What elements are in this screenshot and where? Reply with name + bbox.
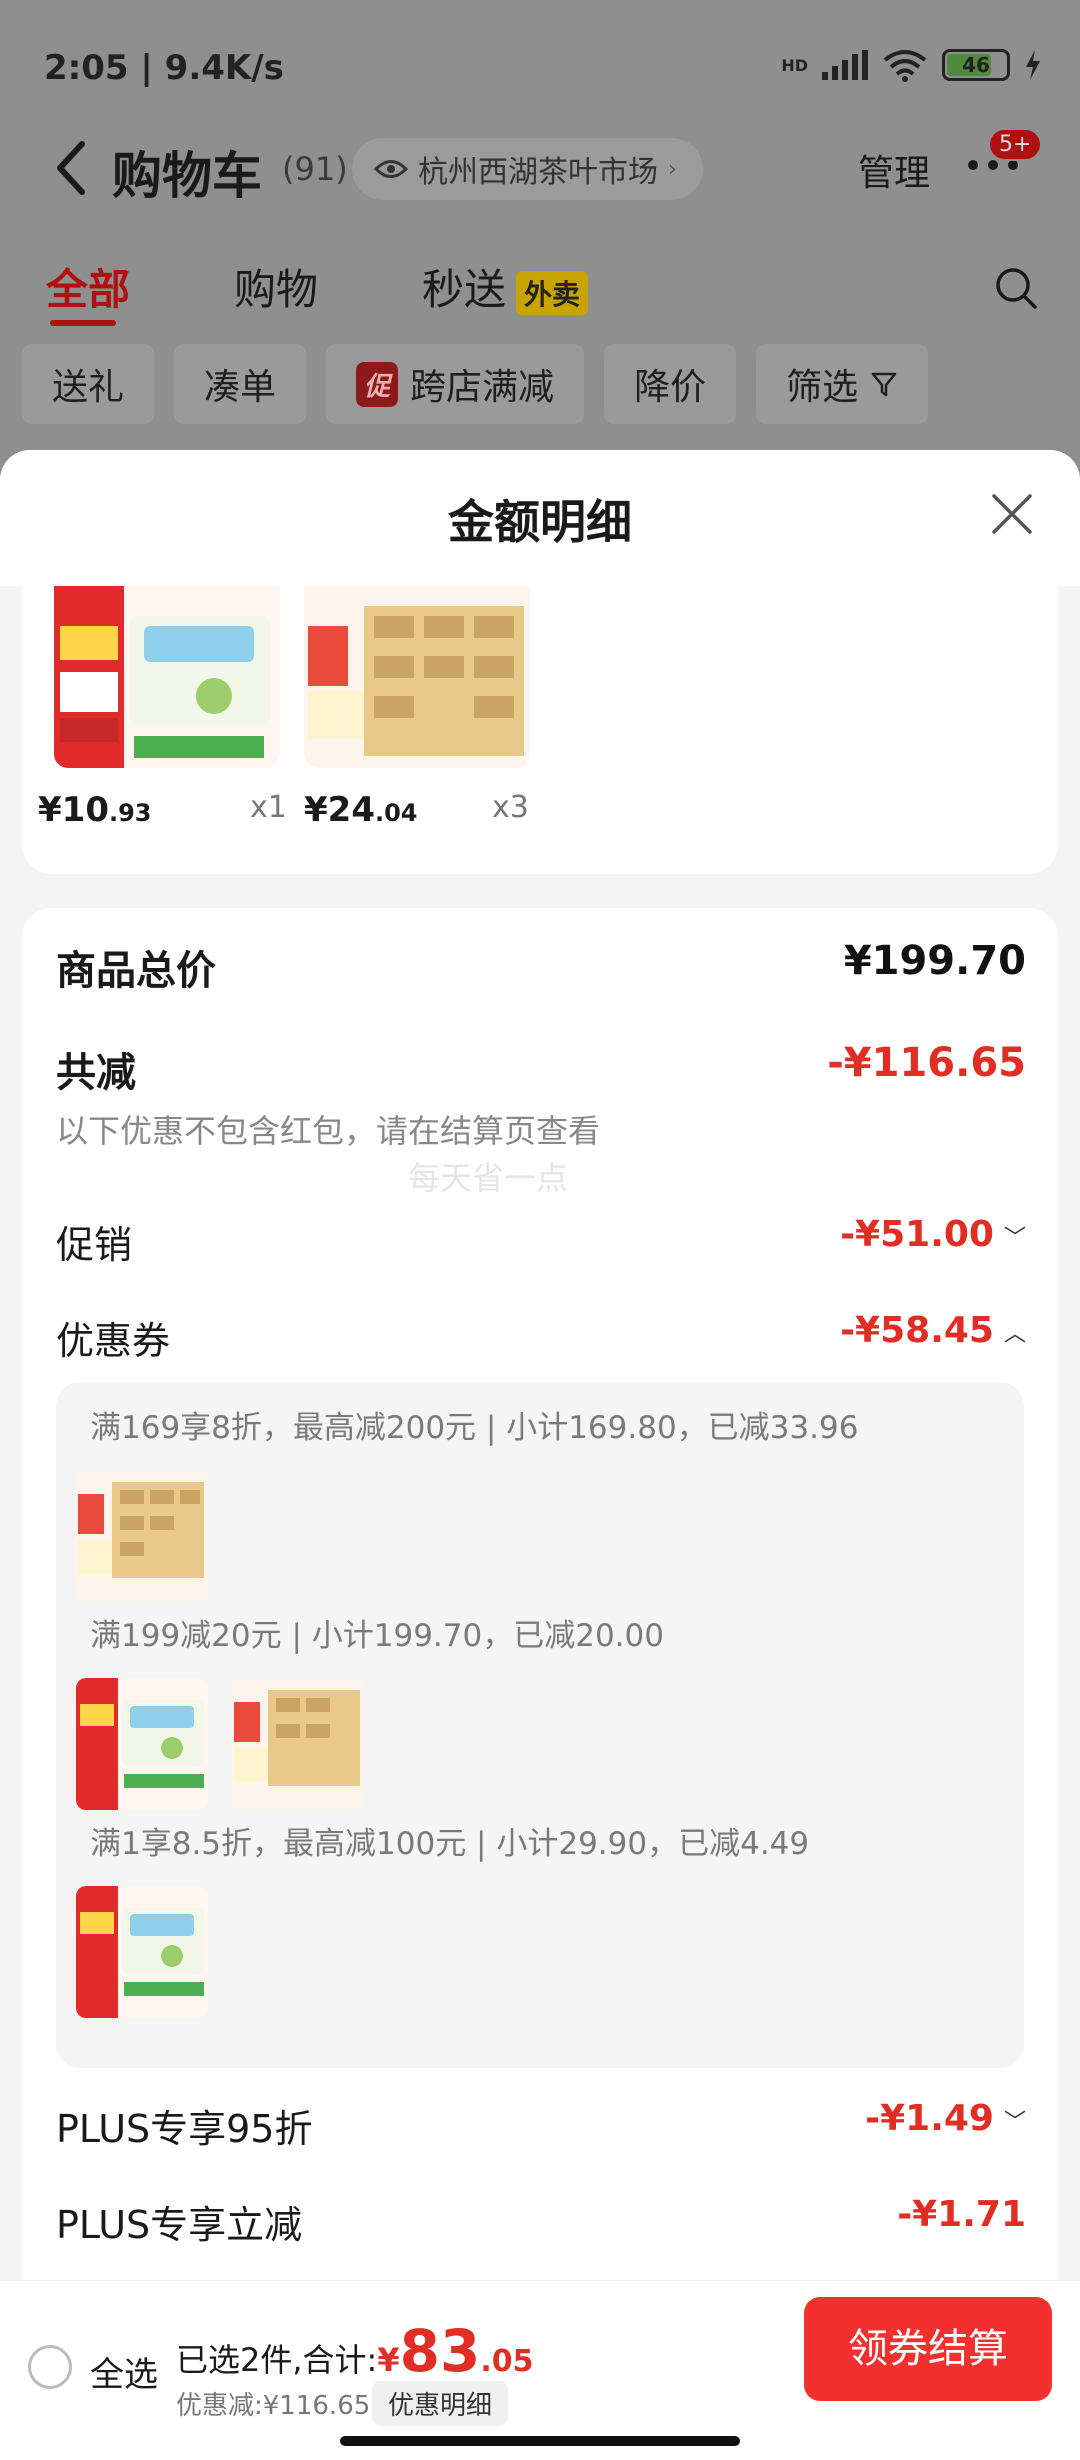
plus95-label: PLUS专享95折	[56, 2107, 313, 2151]
coupon-details: 满169享8折，最高减200元 | 小计169.80，已减33.96 满199减…	[56, 1382, 1024, 2068]
product-image-tissue-2[interactable]	[304, 586, 530, 768]
discount-note: 以下优惠不包含红包，请在结算页查看	[56, 1112, 601, 1150]
product-price-1: ¥10.93	[38, 790, 152, 830]
chip-cross-store-discount[interactable]: 促跨店满减	[326, 344, 585, 424]
select-all-label[interactable]: 全选	[90, 2347, 158, 2396]
tab-all[interactable]: 全部	[46, 256, 130, 317]
sheet-title: 金额明细	[448, 495, 632, 549]
signal-icon	[822, 50, 868, 80]
location-selector[interactable]: 杭州西湖茶叶市场 ›	[352, 138, 703, 200]
discount-detail-button[interactable]: 优惠明细	[372, 2381, 509, 2426]
watermark: 每天省一点	[408, 1159, 569, 1197]
network-label: HD	[781, 55, 808, 75]
tab-instant-delivery[interactable]: 秒送 外卖	[422, 256, 589, 317]
status-bar: 2:05 | 9.4K/s HD 46	[0, 0, 1080, 130]
coupon-rule-2: 满199减20元 | 小计199.70，已减20.00	[90, 1618, 664, 1654]
eye-icon	[374, 160, 408, 178]
page-title: 购物车	[112, 147, 262, 205]
status-time: 2:05 | 9.4K/s	[44, 48, 284, 88]
selected-products-card: ¥10.93 x1 ¥24.04 x3	[22, 586, 1058, 874]
select-all-checkbox[interactable]	[28, 2345, 72, 2389]
coupon-label: 优惠券	[56, 1319, 171, 1363]
wifi-icon	[883, 50, 927, 82]
product-qty-2: x3	[492, 790, 529, 825]
coupon-product-thumb	[232, 1678, 364, 1810]
discount-summary: 优惠减:¥116.65	[176, 2391, 371, 2421]
checkout-button[interactable]: 领券结算	[804, 2297, 1052, 2401]
chip-filter[interactable]: 筛选	[756, 344, 929, 424]
charging-icon	[1026, 50, 1040, 80]
selected-summary: 已选2件,合计:¥83.05	[176, 2317, 534, 2385]
chevron-right-icon: ›	[668, 156, 677, 182]
product-qty-1: x1	[250, 790, 287, 825]
coupon-rule-1: 满169享8折，最高减200元 | 小计169.80，已减33.96	[90, 1410, 859, 1446]
cart-count: (91)	[282, 150, 348, 188]
reduce-label: 共减	[56, 1050, 136, 1096]
product-price-2: ¥24.04	[304, 790, 418, 830]
coupon-product-thumb	[76, 1886, 208, 2018]
coupon-product-thumb	[76, 1678, 208, 1810]
filter-chips: 送礼 凑单 促跨店满减 降价 筛选	[22, 344, 929, 424]
message-badge: 5+	[988, 128, 1043, 161]
promo-label: 促销	[56, 1223, 133, 1267]
chip-add-on[interactable]: 凑单	[174, 344, 307, 424]
tab-active-indicator	[50, 320, 116, 326]
home-indicator	[340, 2436, 740, 2446]
coupon-product-thumb	[76, 1470, 208, 1602]
product-image-tissue-1[interactable]	[54, 586, 280, 768]
cart-header: 购物车 (91) 杭州西湖茶叶市场 › 管理	[0, 130, 1080, 210]
more-menu-icon[interactable]	[968, 160, 1018, 170]
amount-detail-sheet: 金额明细 ¥10.93 x1 ¥24.04 x3 商品总价 ¥199.70 共减…	[0, 450, 1080, 2460]
chip-gift[interactable]: 送礼	[22, 344, 155, 424]
cart-page-background: 2:05 | 9.4K/s HD 46 购物车 (91) 杭州西湖茶叶市场 › …	[0, 0, 1080, 470]
plus-reduce-value: -¥1.71	[897, 2194, 1026, 2235]
coupon-rule-3: 满1享8.5折，最高减100元 | 小计29.90，已减4.49	[90, 1826, 810, 1862]
cart-tabs: 全部 购物 秒送 外卖	[0, 250, 1080, 330]
manage-button[interactable]: 管理	[858, 144, 930, 196]
back-arrow-icon[interactable]	[52, 138, 92, 198]
battery-icon: 46	[942, 49, 1010, 81]
tab-shopping[interactable]: 购物	[234, 256, 318, 317]
chevron-up-icon: ︿	[1003, 1322, 1026, 1347]
search-icon[interactable]	[994, 266, 1038, 310]
location-label: 杭州西湖茶叶市场	[418, 155, 658, 190]
total-label: 商品总价	[56, 948, 216, 994]
price-breakdown-card: 商品总价 ¥199.70 共减 -¥116.65 以下优惠不包含红包，请在结算页…	[22, 908, 1058, 2460]
chip-price-drop[interactable]: 降价	[604, 344, 737, 424]
reduce-value: -¥116.65	[827, 1040, 1026, 1086]
sheet-header: 金额明细	[0, 450, 1080, 586]
checkout-bar: 全选 已选2件,合计:¥83.05 优惠减:¥116.65 优惠明细 领券结算	[0, 2280, 1080, 2460]
plus95-row-toggle[interactable]: -¥1.49 ﹀	[865, 2098, 1026, 2139]
chevron-down-icon: ﹀	[1003, 2110, 1026, 2135]
close-icon[interactable]	[988, 490, 1036, 538]
status-icons: HD 46	[781, 48, 1042, 82]
promo-icon: 促	[356, 361, 399, 407]
filter-icon	[871, 372, 897, 397]
total-value: ¥199.70	[843, 938, 1026, 984]
chevron-down-icon: ﹀	[1003, 1226, 1026, 1251]
coupon-row-toggle[interactable]: -¥58.45 ︿	[840, 1310, 1026, 1351]
promo-row-toggle[interactable]: -¥51.00 ﹀	[840, 1214, 1026, 1255]
plus-reduce-label: PLUS专享立减	[56, 2203, 303, 2247]
takeout-tag: 外卖	[516, 270, 589, 315]
total-amount: 83	[399, 2317, 481, 2385]
